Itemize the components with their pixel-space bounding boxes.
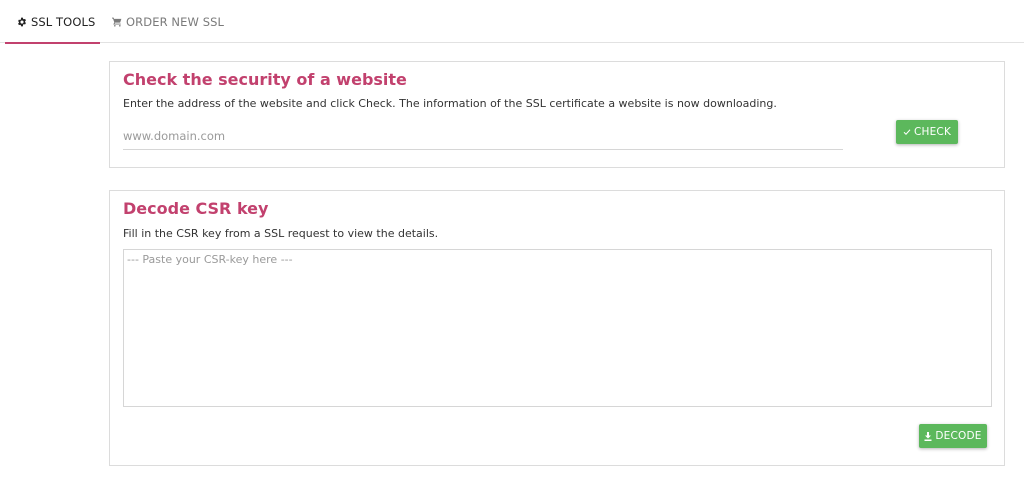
check-security-title: Check the security of a website <box>123 70 407 89</box>
csr-textarea[interactable] <box>123 249 992 407</box>
tab-bar: SSL TOOLS ORDER NEW SSL <box>0 0 1024 44</box>
tab-ssl-tools[interactable]: SSL TOOLS <box>5 0 100 44</box>
decode-button-label: DECODE <box>935 430 982 442</box>
cart-icon <box>112 17 122 27</box>
download-icon <box>924 431 932 441</box>
check-button-label: CHECK <box>913 126 952 138</box>
checkmark-icon <box>903 128 911 136</box>
decode-button[interactable]: DECODE <box>919 424 987 448</box>
decode-csr-card: Decode CSR key Fill in the CSR key from … <box>109 190 1005 466</box>
tab-order-new-ssl[interactable]: ORDER NEW SSL <box>112 0 224 43</box>
gear-icon <box>17 17 27 27</box>
check-security-card: Check the security of a website Enter th… <box>109 61 1005 168</box>
decode-csr-description: Fill in the CSR key from a SSL request t… <box>123 227 439 240</box>
check-button[interactable]: CHECK <box>896 120 958 144</box>
tab-order-new-ssl-label: ORDER NEW SSL <box>126 14 225 29</box>
check-security-description: Enter the address of the website and cli… <box>123 97 777 110</box>
tab-ssl-tools-label: SSL TOOLS <box>31 14 96 29</box>
decode-csr-title: Decode CSR key <box>123 199 269 218</box>
domain-input[interactable] <box>123 122 843 150</box>
